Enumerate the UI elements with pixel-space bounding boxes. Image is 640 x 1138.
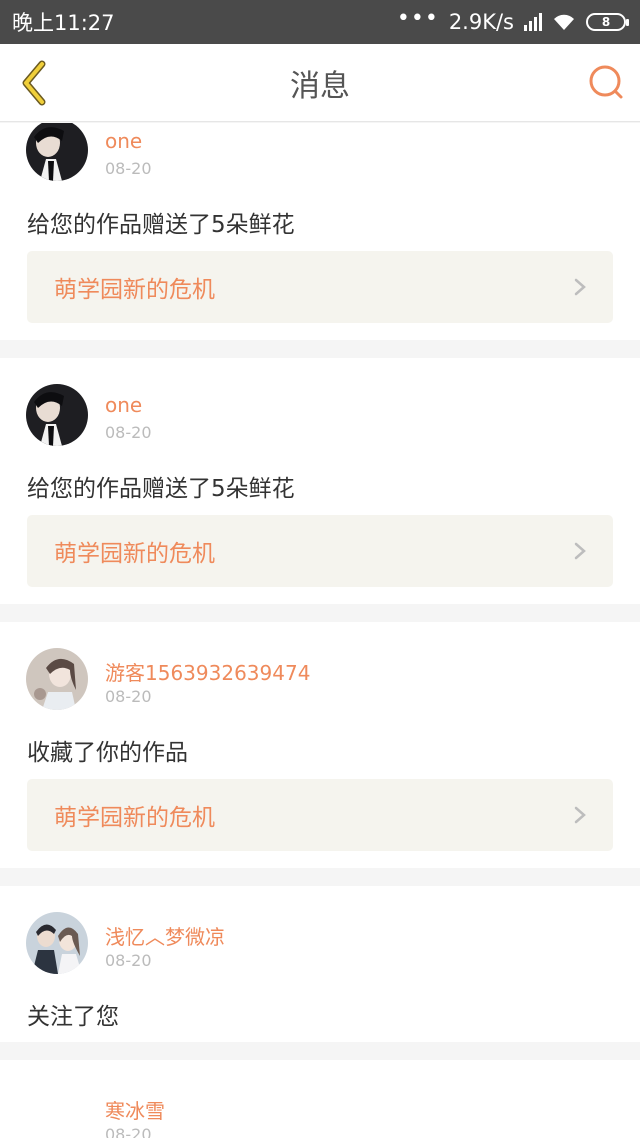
work-link[interactable]: 萌学园新的危机 [27,251,613,323]
message-card: 游客1563932639474 08-20 收藏了你的作品 萌学园新的危机 [0,622,640,868]
message-date: 08-20 [105,951,152,970]
message-date: 08-20 [105,159,152,178]
avatar[interactable] [26,123,88,181]
message-text: 收藏了你的作品 [27,740,188,766]
work-link[interactable]: 萌学园新的危机 [27,515,613,587]
chevron-right-icon [574,806,586,824]
more-dots-icon: ••• [396,5,439,31]
work-title: 萌学园新的危机 [54,277,215,303]
message-list[interactable]: one 08-20 给您的作品赠送了5朵鲜花 萌学园新的危机 one 08-20… [0,123,640,1138]
user-name[interactable]: 游客1563932639474 [105,657,310,686]
search-icon[interactable] [586,62,626,102]
network-speed: 2.9K/s [448,10,514,34]
status-bar: 晚上11:27 ••• 2.9K/s 8 [0,0,640,44]
message-date: 08-20 [105,687,152,706]
signal-icon [524,13,542,31]
status-icons: ••• 2.9K/s 8 [397,6,629,34]
message-text: 给您的作品赠送了5朵鲜花 [27,476,295,502]
avatar[interactable] [26,648,88,710]
user-name[interactable]: 寒冰雪 [105,1095,165,1124]
wifi-icon [554,14,574,30]
top-navbar: 消息 [0,44,640,122]
page-title: 消息 [290,68,350,104]
message-card: 寒冰雪 08-20 [0,1060,640,1138]
back-icon[interactable] [14,58,54,108]
chevron-right-icon [574,278,586,296]
message-card: one 08-20 给您的作品赠送了5朵鲜花 萌学园新的危机 [0,358,640,604]
battery-icon: 8 [586,13,629,31]
work-link[interactable]: 萌学园新的危机 [27,779,613,851]
message-date: 08-20 [105,423,152,442]
chevron-right-icon [574,542,586,560]
work-title: 萌学园新的危机 [54,541,215,567]
avatar[interactable] [26,912,88,974]
message-text: 关注了您 [27,1004,119,1030]
status-time: 晚上11:27 [12,11,115,35]
message-date: 08-20 [105,1125,152,1138]
avatar[interactable] [26,384,88,446]
battery-level: 8 [601,15,611,29]
work-title: 萌学园新的危机 [54,805,215,831]
user-name[interactable]: 浅忆︿梦微凉 [105,921,225,950]
message-card: 浅忆︿梦微凉 08-20 关注了您 [0,886,640,1042]
user-name[interactable]: one [105,129,142,153]
message-text: 给您的作品赠送了5朵鲜花 [27,212,295,238]
avatar[interactable] [26,1086,88,1138]
user-name[interactable]: one [105,393,142,417]
message-card: one 08-20 给您的作品赠送了5朵鲜花 萌学园新的危机 [0,123,640,340]
